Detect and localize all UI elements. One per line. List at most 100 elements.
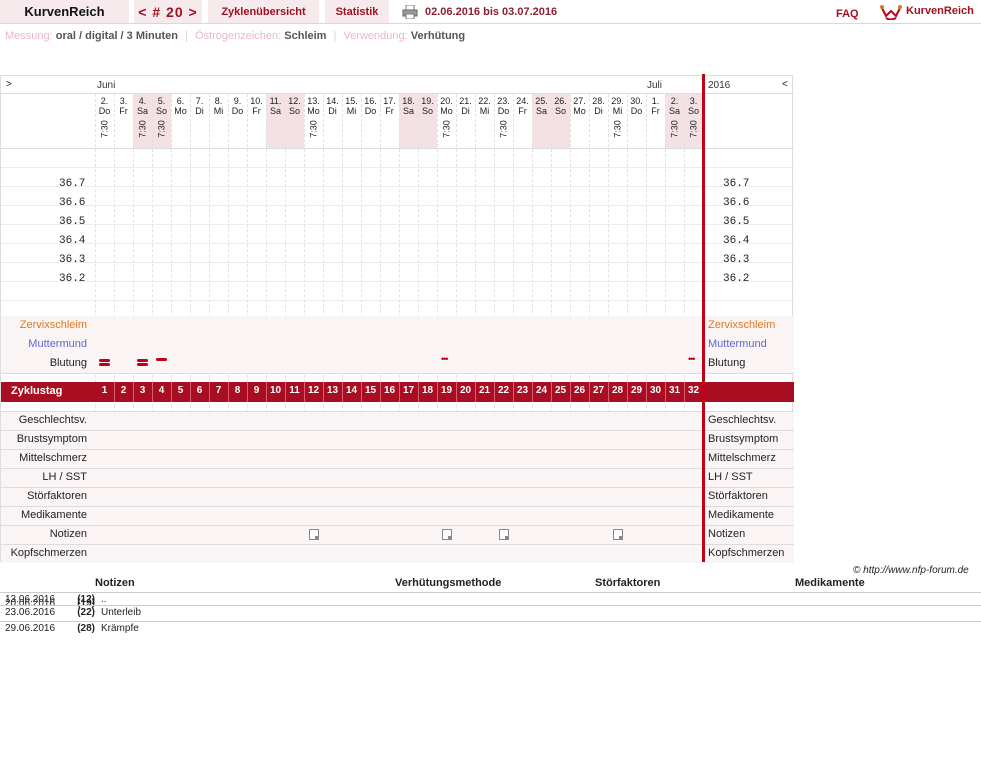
- day-header[interactable]: 15. Mi: [342, 96, 361, 124]
- day-header[interactable]: 17. Fr: [380, 96, 399, 124]
- day-date: 17.: [383, 96, 396, 106]
- temperature-label: 36.4: [723, 235, 750, 247]
- notes-row[interactable]: [1, 525, 794, 544]
- cycle-day-number: 27: [592, 385, 605, 396]
- day-header[interactable]: 7. Di: [190, 96, 209, 124]
- cycle-day-separator: [513, 382, 514, 402]
- day-date: 16.: [364, 96, 377, 106]
- day-header[interactable]: 3. So 7:30: [684, 96, 703, 138]
- cycle-day-separator: [437, 382, 438, 402]
- date-range: 02.06.2016 bis 03.07.2016: [425, 6, 558, 18]
- cycle-day-separator: [551, 382, 552, 402]
- bleeding-mark[interactable]: [137, 363, 148, 366]
- headache-row[interactable]: [1, 544, 794, 563]
- midpain-row[interactable]: [1, 449, 794, 468]
- cycle-overview-link[interactable]: Zyklenübersicht: [208, 0, 319, 23]
- day-weekday: Mi: [612, 106, 623, 116]
- cycle-day-separator: [133, 382, 134, 402]
- day-header[interactable]: 8. Mi: [209, 96, 228, 124]
- day-header[interactable]: 20. Mo 7:30: [437, 96, 456, 138]
- day-weekday: Di: [328, 106, 337, 116]
- cycle-day-separator: [456, 382, 457, 402]
- day-header[interactable]: 24. Fr: [513, 96, 532, 124]
- bleeding-mark[interactable]: [137, 359, 148, 362]
- day-header[interactable]: 14. Di: [323, 96, 342, 124]
- day-date: 25.: [535, 96, 548, 106]
- day-header[interactable]: 30. Do: [627, 96, 646, 124]
- bleeding-mark[interactable]: [99, 363, 110, 366]
- cycle-day-separator: [627, 382, 628, 402]
- day-date: 13.: [307, 96, 320, 106]
- note-icon[interactable]: [309, 529, 319, 540]
- day-header[interactable]: 12. So: [285, 96, 304, 124]
- grid-line: [1, 525, 794, 526]
- bleeding-mark[interactable]: [99, 359, 110, 362]
- day-header[interactable]: 23. Do 7:30: [494, 96, 513, 138]
- current-day-divider: [702, 74, 705, 562]
- cycle-day-number: 18: [421, 385, 434, 396]
- logo[interactable]: KurvenReich: [880, 2, 974, 20]
- day-header[interactable]: 29. Mi 7:30: [608, 96, 627, 138]
- day-header[interactable]: 26. So: [551, 96, 570, 124]
- day-weekday: Sa: [269, 106, 281, 116]
- day-header[interactable]: 2. Do 7:30: [95, 96, 114, 138]
- day-date: 20.: [440, 96, 453, 106]
- note-icon[interactable]: [442, 529, 452, 540]
- day-header[interactable]: 25. Sa: [532, 96, 551, 124]
- day-header[interactable]: 21. Di: [456, 96, 475, 124]
- meds-row[interactable]: [1, 506, 794, 525]
- day-header[interactable]: 4. Sa 7:30: [133, 96, 152, 138]
- day-header[interactable]: 6. Mo: [171, 96, 190, 124]
- scroll-left-arrow[interactable]: >: [6, 79, 12, 90]
- cycle-day-number: 2: [120, 385, 127, 396]
- cycle-day-bar: Zyklustag 1 2 3 4 5 6 7 8 9 10 11 12 13 14 15 16 17 18 19 2…: [1, 382, 794, 402]
- cycle-navigator[interactable]: < # 20 >: [134, 0, 202, 23]
- day-header[interactable]: 1. Fr: [646, 96, 665, 124]
- measure-time: 7:30: [441, 120, 452, 138]
- spotting-mark[interactable]: •••: [688, 354, 696, 364]
- day-weekday: Mo: [174, 106, 187, 116]
- day-date: 23.: [497, 96, 510, 106]
- day-date: 22.: [478, 96, 491, 106]
- grid-line: [1, 468, 794, 469]
- divider: [0, 605, 981, 606]
- intercourse-row[interactable]: [1, 411, 794, 430]
- cycle-day-separator: [570, 382, 571, 402]
- temp-grid-line: [1, 224, 794, 225]
- breast-row[interactable]: [1, 430, 794, 449]
- day-header[interactable]: 11. Sa: [266, 96, 285, 124]
- day-header[interactable]: 2. Sa 7:30: [665, 96, 684, 138]
- day-header[interactable]: 16. Do: [361, 96, 380, 124]
- statistics-link[interactable]: Statistik: [325, 0, 389, 23]
- grid-line: [1, 506, 794, 507]
- day-header[interactable]: 18. Sa: [399, 96, 418, 124]
- brand-title[interactable]: KurvenReich: [0, 0, 129, 23]
- bleeding-mark[interactable]: [156, 358, 167, 361]
- breast-label: Brustsymptom: [708, 433, 779, 445]
- day-header[interactable]: 5. So 7:30: [152, 96, 171, 138]
- day-date: 10.: [250, 96, 263, 106]
- day-header[interactable]: 27. Mo: [570, 96, 589, 124]
- day-header[interactable]: 13. Mo 7:30: [304, 96, 323, 138]
- cycle-day-number: 6: [196, 385, 203, 396]
- cycle-day-number: 23: [516, 385, 529, 396]
- day-header[interactable]: 22. Mi: [475, 96, 494, 124]
- note-icon[interactable]: [613, 529, 623, 540]
- cycle-day-separator: [209, 382, 210, 402]
- scroll-right-arrow[interactable]: <: [782, 79, 788, 90]
- printer-icon[interactable]: [402, 5, 418, 19]
- note-icon[interactable]: [499, 529, 509, 540]
- disturb-row[interactable]: [1, 487, 794, 506]
- day-header[interactable]: 9. Do: [228, 96, 247, 124]
- cycle-day-separator: [684, 382, 685, 402]
- day-header[interactable]: 3. Fr: [114, 96, 133, 124]
- meds-label: Medikamente: [20, 509, 87, 521]
- day-header[interactable]: 28. Di: [589, 96, 608, 124]
- lh-row[interactable]: [1, 468, 794, 487]
- faq-link[interactable]: FAQ: [836, 8, 859, 20]
- cycle-day-label: Zyklustag: [11, 385, 63, 397]
- day-weekday: Mo: [573, 106, 586, 116]
- spotting-mark[interactable]: •••: [441, 354, 449, 364]
- day-header[interactable]: 19. So: [418, 96, 437, 124]
- day-header[interactable]: 10. Fr: [247, 96, 266, 124]
